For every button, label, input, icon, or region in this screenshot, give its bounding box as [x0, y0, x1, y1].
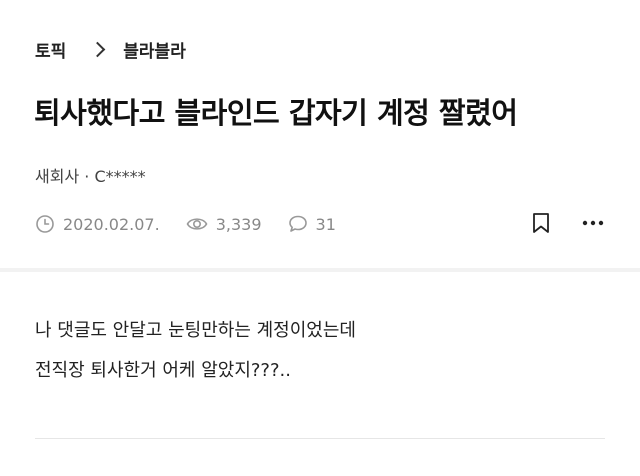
eye-icon [186, 218, 208, 230]
breadcrumb-board-link[interactable]: 블라블라 [123, 37, 186, 62]
post-comments-count: 31 [315, 214, 336, 234]
post-body: 나 댓글도 안달고 눈팅만하는 계정이었는데 전직장 퇴사한거 어케 알았지??… [35, 311, 356, 391]
post-body-line: 나 댓글도 안달고 눈팅만하는 계정이었는데 [35, 320, 356, 341]
breadcrumb: 토픽 블라블라 [35, 37, 186, 62]
more-horizontal-icon[interactable] [582, 220, 604, 226]
bookmark-icon[interactable] [532, 212, 550, 234]
author-company: 새회사 [35, 167, 80, 186]
post-views-count: 3,339 [215, 214, 262, 234]
author-name: C***** [94, 167, 146, 186]
post-body-line: 전직장 퇴사한거 어케 알았지???.. [35, 360, 291, 381]
clock-icon [36, 215, 54, 233]
post-comments[interactable]: 31 [288, 214, 336, 234]
post-views: 3,339 [186, 214, 262, 234]
content-divider [35, 438, 605, 439]
author-separator: · [84, 167, 90, 186]
post-title: 퇴사했다고 블라인드 갑자기 계정 짤렸어 [34, 96, 518, 130]
post-date-text: 2020.02.07. [63, 214, 160, 234]
post-meta: 2020.02.07. 3,339 31 [35, 214, 362, 234]
post-date: 2020.02.07. [35, 214, 160, 234]
chevron-right-icon [90, 41, 106, 58]
speech-bubble-icon [288, 215, 307, 232]
post-actions [532, 212, 604, 234]
post-author[interactable]: 새회사 · C***** [35, 163, 146, 187]
breadcrumb-topic-link[interactable]: 토픽 [35, 37, 66, 62]
section-divider [0, 268, 640, 272]
